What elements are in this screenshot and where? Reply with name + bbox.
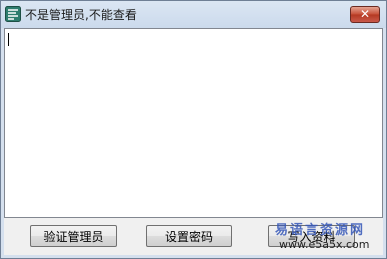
content-textarea[interactable] — [4, 28, 383, 218]
text-caret — [8, 33, 9, 46]
window-title: 不是管理员,不能查看 — [25, 8, 137, 22]
title-bar[interactable]: 不是管理员,不能查看 ✕ — [1, 1, 386, 28]
verify-admin-button[interactable]: 验证管理员 — [30, 225, 117, 247]
set-password-button[interactable]: 设置密码 — [146, 225, 232, 247]
close-icon: ✕ — [359, 7, 371, 21]
close-button[interactable]: ✕ — [350, 6, 380, 23]
client-area: 验证管理员 设置密码 写入资料 — [4, 28, 383, 255]
app-icon — [5, 6, 21, 22]
write-data-button[interactable]: 写入资料 — [268, 225, 355, 247]
app-window: 不是管理员,不能查看 ✕ 验证管理员 设置密码 写入资料 易语言资源网 www.… — [0, 0, 387, 259]
